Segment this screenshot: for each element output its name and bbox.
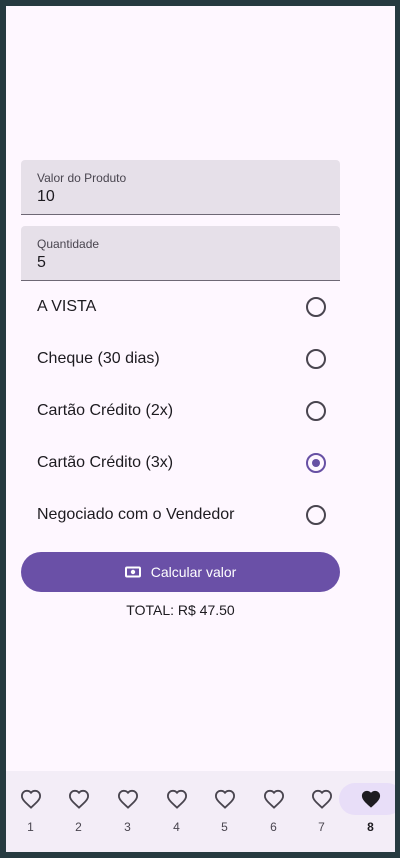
payment-option-credito-2x[interactable]: Cartão Crédito (2x) — [21, 385, 340, 437]
money-icon — [124, 566, 141, 578]
nav-item-label: 4 — [173, 820, 180, 834]
app-screen: Valor do Produto Quantidade A VISTA Cheq… — [6, 6, 395, 852]
nav-item-7[interactable]: 7 — [297, 771, 346, 852]
radio-button[interactable] — [306, 401, 326, 421]
heart-outline-icon — [311, 789, 332, 809]
quantity-field[interactable]: Quantidade — [21, 226, 340, 281]
heart-outline-icon — [117, 789, 138, 809]
payment-option-label: Negociado com o Vendedor — [37, 506, 235, 523]
payment-option-label: Cheque (30 dias) — [37, 350, 160, 367]
quantity-field-label: Quantidade — [37, 237, 100, 251]
radio-button[interactable] — [306, 349, 326, 369]
heart-filled-icon — [361, 790, 380, 808]
heart-outline-icon — [20, 789, 41, 809]
payment-option-negociado[interactable]: Negociado com o Vendedor — [21, 489, 340, 541]
nav-item-label: 5 — [221, 820, 228, 834]
price-field-label: Valor do Produto — [37, 171, 127, 185]
nav-item-label: 2 — [75, 820, 82, 834]
nav-item-label: 1 — [27, 820, 34, 834]
nav-item-3[interactable]: 3 — [103, 771, 152, 852]
payment-option-a-vista[interactable]: A VISTA — [21, 281, 340, 333]
nav-item-label: 8 — [367, 820, 374, 834]
payment-option-credito-3x[interactable]: Cartão Crédito (3x) — [21, 437, 340, 489]
nav-item-1[interactable]: 1 — [6, 771, 55, 852]
nav-item-label: 7 — [318, 820, 325, 834]
radio-button[interactable] — [306, 297, 326, 317]
quantity-input[interactable] — [37, 254, 317, 272]
heart-outline-icon — [166, 789, 187, 809]
payment-option-label: A VISTA — [37, 298, 97, 315]
nav-item-6[interactable]: 6 — [249, 771, 298, 852]
heart-outline-icon — [214, 789, 235, 809]
radio-button-selected[interactable] — [306, 453, 326, 473]
price-input[interactable] — [37, 188, 317, 206]
nav-item-8[interactable]: 8 — [338, 771, 395, 852]
calculate-button[interactable]: Calcular valor — [21, 552, 340, 592]
payment-option-label: Cartão Crédito (3x) — [37, 454, 174, 471]
payment-option-label: Cartão Crédito (2x) — [37, 402, 174, 419]
bottom-navigation-bar: 1 2 3 4 5 6 7 8 — [6, 771, 395, 852]
nav-item-4[interactable]: 4 — [152, 771, 201, 852]
heart-outline-icon — [263, 789, 284, 809]
radio-button[interactable] — [306, 505, 326, 525]
price-field[interactable]: Valor do Produto — [21, 160, 340, 215]
nav-item-5[interactable]: 5 — [200, 771, 249, 852]
heart-outline-icon — [68, 789, 89, 809]
nav-item-2[interactable]: 2 — [54, 771, 103, 852]
total-text: TOTAL: R$ 47.50 — [126, 602, 235, 618]
nav-item-label: 3 — [124, 820, 131, 834]
payment-option-cheque[interactable]: Cheque (30 dias) — [21, 333, 340, 385]
nav-item-label: 6 — [270, 820, 277, 834]
calculate-button-label: Calcular valor — [150, 564, 237, 580]
